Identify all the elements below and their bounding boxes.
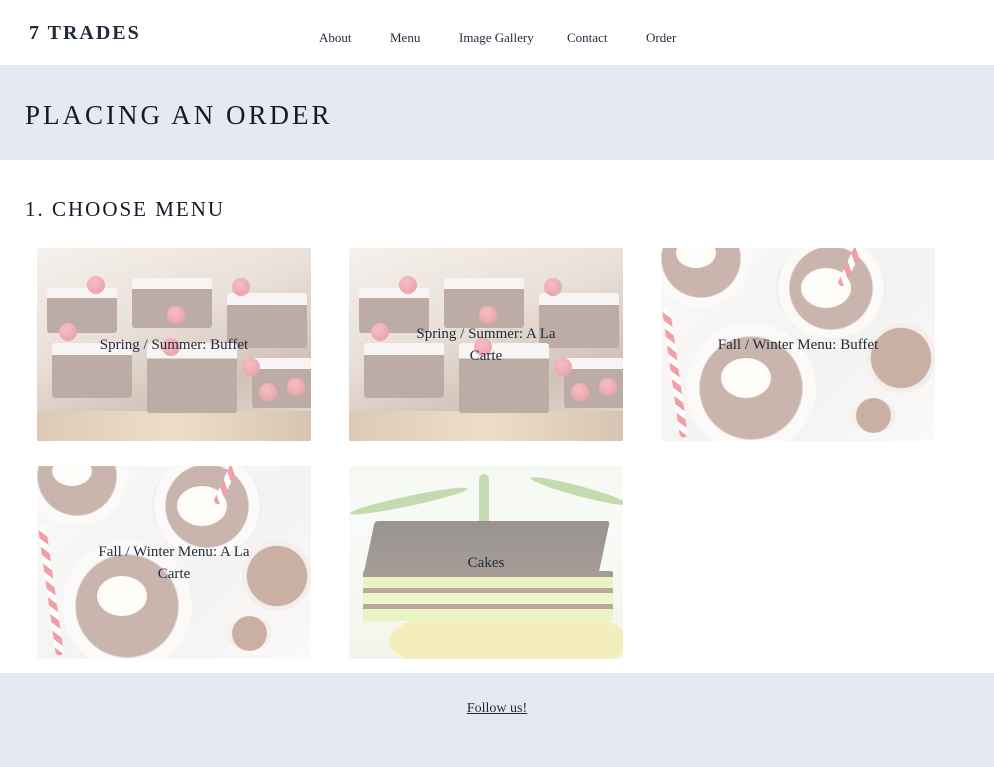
page-banner: PLACING AN ORDER xyxy=(0,66,994,160)
menu-card-label: Fall / Winter Menu: A La Carte xyxy=(98,543,250,582)
menu-card-label: Fall / Winter Menu: Buffet xyxy=(717,336,879,353)
site-logo[interactable]: 7 TRADES xyxy=(29,22,141,45)
section-title: 1. CHOOSE MENU xyxy=(25,197,226,221)
follow-us-link[interactable]: Follow us! xyxy=(0,701,994,717)
menu-card-cakes[interactable]: Cakes xyxy=(349,466,623,659)
site-footer: Follow us! xyxy=(0,673,994,767)
nav-contact[interactable]: Contact xyxy=(567,30,607,46)
menu-card-fall-winter-a-la-carte[interactable]: Fall / Winter Menu: A La Carte xyxy=(37,466,311,659)
page-title: PLACING AN ORDER xyxy=(25,100,333,130)
nav-menu[interactable]: Menu xyxy=(390,30,420,46)
menu-card-spring-summer-a-la-carte[interactable]: Spring / Summer: A La Carte xyxy=(349,248,623,441)
menu-card-label: Spring / Summer: A La Carte xyxy=(416,325,556,364)
menu-card-label: Cakes xyxy=(467,554,505,571)
menu-card-fall-winter-buffet[interactable]: Fall / Winter Menu: Buffet xyxy=(661,248,935,441)
menu-card-label: Spring / Summer: Buffet xyxy=(99,336,249,353)
menu-card-spring-summer-buffet[interactable]: Spring / Summer: Buffet xyxy=(37,248,311,441)
site-header: 7 TRADES About Menu Image Gallery Contac… xyxy=(0,0,994,66)
nav-order[interactable]: Order xyxy=(646,30,676,46)
nav-about[interactable]: About xyxy=(319,30,352,46)
nav-image-gallery[interactable]: Image Gallery xyxy=(459,30,534,46)
